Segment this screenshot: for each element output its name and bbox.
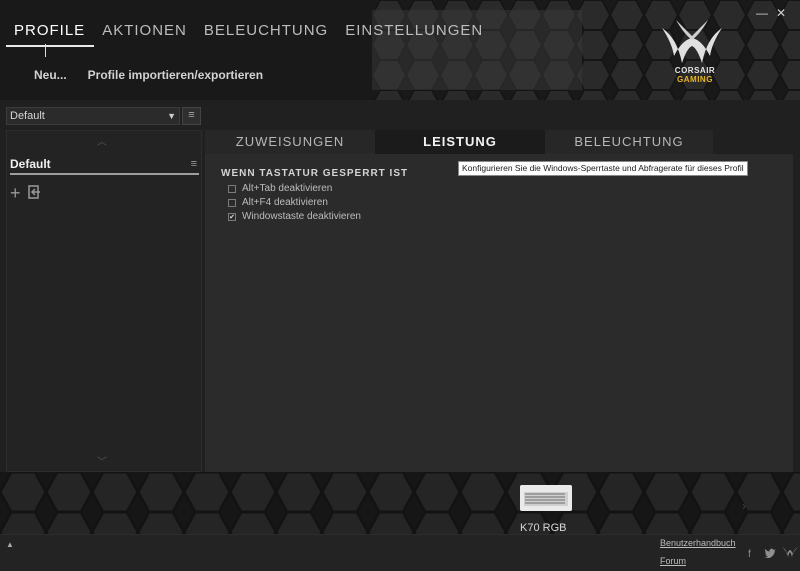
app-window: PROFILE AKTIONEN BELEUCHTUNG EINSTELLUNG…	[0, 0, 800, 571]
device-name: K70 RGB	[520, 522, 567, 534]
top-nav: PROFILE AKTIONEN BELEUCHTUNG EINSTELLUNG…	[6, 20, 492, 47]
tooltip: Konfigurieren Sie die Windows-Sperrtaste…	[458, 161, 748, 176]
hex-background	[372, 0, 800, 100]
profile-select-value: Default	[10, 110, 45, 122]
checkbox-windows-key[interactable]: ✔	[228, 212, 236, 221]
nav-lighting[interactable]: BELEUCHTUNG	[196, 20, 337, 47]
option-label: Windowstaste deaktivieren	[242, 211, 361, 222]
nav-settings[interactable]: EINSTELLUNGEN	[337, 20, 492, 47]
chevron-up-icon[interactable]: ▲	[6, 540, 14, 549]
profile-item-label: Default	[10, 157, 51, 171]
sub-nav: Neu... Profile importieren/exportieren	[34, 68, 263, 82]
tab-assignments[interactable]: ZUWEISUNGEN	[205, 130, 375, 154]
option-alt-f4[interactable]: Alt+F4 deaktivieren	[228, 197, 328, 208]
footer: ▲ Benutzerhandbuch Forum f	[0, 534, 800, 571]
logo-line-2: GAMING	[677, 75, 713, 84]
corsair-icon[interactable]	[782, 546, 798, 558]
content-tabs: ZUWEISUNGEN LEISTUNG BELEUCHTUNG	[205, 130, 793, 154]
hex-background	[0, 472, 800, 534]
chevron-right-icon[interactable]: ›	[742, 499, 746, 513]
header: PROFILE AKTIONEN BELEUCHTUNG EINSTELLUNG…	[0, 0, 800, 100]
nav-actions[interactable]: AKTIONEN	[94, 20, 196, 47]
twitter-icon[interactable]	[764, 548, 776, 558]
nav-profile[interactable]: PROFILE	[6, 20, 95, 47]
import-icon[interactable]	[27, 185, 41, 199]
scroll-down-icon[interactable]: ﹀	[97, 453, 107, 468]
performance-panel: WENN TASTATUR GESPERRT IST Alt+Tab deakt…	[205, 154, 793, 472]
profile-menu-icon[interactable]: ≡	[191, 158, 197, 170]
minimize-button[interactable]: —	[756, 6, 768, 20]
checkbox-alt-tab[interactable]	[228, 184, 236, 193]
logo-text: CORSAIR GAMING	[665, 66, 725, 84]
checkbox-alt-f4[interactable]	[228, 198, 236, 207]
option-label: Alt+F4 deaktivieren	[242, 197, 328, 208]
profile-select[interactable]: Default ▼	[6, 107, 180, 125]
tab-performance[interactable]: LEISTUNG	[375, 130, 545, 154]
facebook-icon[interactable]: f	[748, 549, 751, 560]
option-windows-key[interactable]: ✔ Windowstaste deaktivieren	[228, 211, 361, 222]
option-alt-tab[interactable]: Alt+Tab deaktivieren	[228, 183, 332, 194]
device-area: K70 RGB ›	[0, 472, 800, 534]
add-profile-icon[interactable]: +	[10, 184, 21, 202]
text-cursor	[45, 44, 46, 57]
tab-lighting[interactable]: BELEUCHTUNG	[545, 130, 713, 154]
import-export-link[interactable]: Profile importieren/exportieren	[88, 68, 263, 82]
profile-list-panel: ︿ Default ≡ + ﹀	[6, 130, 202, 472]
keyboard-icon[interactable]	[520, 485, 572, 511]
section-title: WENN TASTATUR GESPERRT IST	[221, 168, 409, 179]
new-profile-link[interactable]: Neu...	[34, 68, 67, 82]
scroll-up-icon[interactable]: ︿	[97, 133, 107, 148]
chevron-down-icon: ▼	[167, 111, 176, 121]
profile-item-default[interactable]: Default ≡	[10, 155, 199, 175]
profile-list-button[interactable]: ≡	[182, 107, 201, 125]
forum-link[interactable]: Forum	[660, 556, 686, 566]
close-button[interactable]: ✕	[776, 6, 786, 20]
logo-line-1: CORSAIR	[674, 66, 716, 75]
manual-link[interactable]: Benutzerhandbuch	[660, 538, 736, 548]
option-label: Alt+Tab deaktivieren	[242, 183, 333, 194]
